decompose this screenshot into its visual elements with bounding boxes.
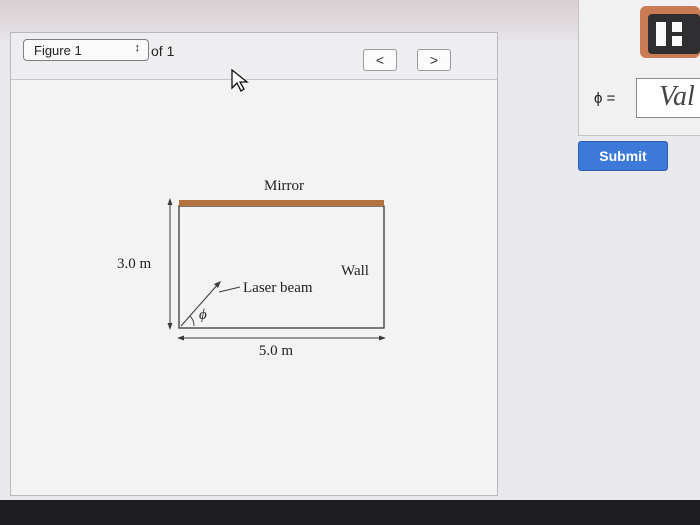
screen-bottom-bezel	[0, 500, 700, 525]
template-grid-icon	[648, 14, 700, 54]
phi-variable-label: ϕ =	[594, 90, 616, 107]
answer-input[interactable]: Val	[636, 78, 700, 118]
wall-label: Wall	[341, 263, 369, 279]
height-arrow-bottom	[167, 323, 173, 330]
mirror-label: Mirror	[264, 178, 304, 194]
height-label: 3.0 m	[117, 256, 152, 272]
mirror-bar	[179, 200, 384, 206]
width-arrow-right	[379, 335, 386, 341]
math-template-button[interactable]	[640, 6, 700, 58]
submit-button[interactable]: Submit	[578, 141, 668, 171]
laser-beam-label: Laser beam	[243, 280, 313, 296]
laser-leader-line	[218, 286, 241, 293]
angle-arc	[189, 315, 195, 327]
height-arrow-top	[167, 198, 173, 205]
mouse-cursor-icon	[231, 68, 249, 92]
width-label: 5.0 m	[259, 343, 294, 359]
angle-label: ϕ	[199, 307, 207, 323]
width-arrow-left	[177, 335, 184, 341]
